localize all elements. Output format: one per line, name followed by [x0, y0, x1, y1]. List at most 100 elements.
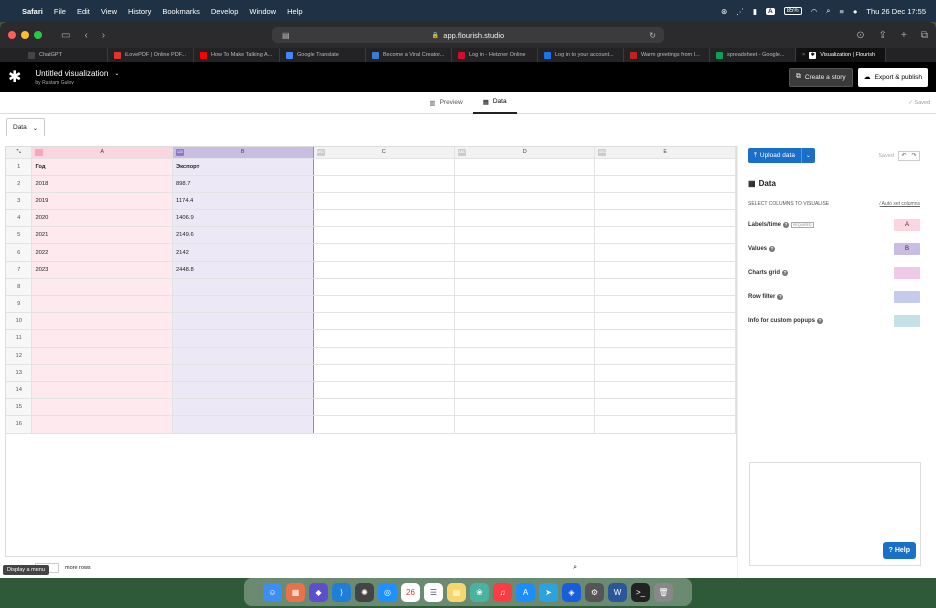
table-cell[interactable]: 2023: [31, 261, 173, 279]
telegram-icon[interactable]: ➤: [539, 582, 558, 602]
calendar-icon[interactable]: 26: [401, 582, 420, 602]
siri-icon[interactable]: ●: [853, 7, 858, 16]
vscode-icon[interactable]: ⟩: [332, 582, 351, 602]
browser-tab[interactable]: Warm greetings from I...: [624, 48, 710, 62]
browser-tab[interactable]: Log in to your account...: [538, 48, 624, 62]
table-cell[interactable]: [313, 364, 456, 382]
table-cell[interactable]: [454, 347, 596, 365]
menu-history[interactable]: History: [128, 7, 151, 16]
control-center-icon[interactable]: ≡: [839, 7, 843, 16]
table-cell[interactable]: [313, 329, 456, 348]
photos-icon[interactable]: ❀: [470, 582, 489, 602]
wifi-icon[interactable]: ◠: [811, 7, 818, 16]
safari-icon[interactable]: ◎: [378, 582, 397, 602]
terminal-icon[interactable]: >_: [631, 582, 650, 602]
table-cell[interactable]: [171, 312, 314, 331]
column-header-b[interactable]: 123 B: [171, 147, 314, 159]
sheet-tab-data[interactable]: Data ⌄: [6, 118, 46, 136]
minimize-window-button[interactable]: [21, 31, 29, 39]
help-icon[interactable]: ?: [783, 222, 790, 228]
tab-overview-icon[interactable]: ⧉: [921, 30, 928, 41]
table-cell[interactable]: [454, 175, 596, 193]
upload-options-button[interactable]: ⌄: [800, 148, 815, 163]
expand-grid-icon[interactable]: ⤡: [6, 147, 33, 159]
input-source-indicator[interactable]: A: [765, 7, 775, 15]
menu-help[interactable]: Help: [287, 7, 302, 16]
table-cell[interactable]: [594, 415, 736, 434]
url-text[interactable]: app.flourish.studio: [443, 31, 504, 40]
table-cell[interactable]: [313, 226, 456, 245]
table-cell[interactable]: 1406.9: [171, 209, 314, 228]
table-cell[interactable]: [594, 398, 736, 417]
table-cell[interactable]: [594, 243, 736, 262]
table-cell[interactable]: [313, 278, 456, 297]
menu-app-name[interactable]: Safari: [22, 7, 43, 16]
table-cell[interactable]: [313, 261, 456, 279]
table-cell[interactable]: [454, 398, 596, 417]
column-header-d[interactable]: ABC D: [454, 147, 596, 159]
more-rows-label[interactable]: more rows: [65, 565, 91, 571]
table-cell[interactable]: [313, 158, 456, 176]
table-cell[interactable]: [594, 175, 736, 193]
tab-data[interactable]: ▦ Data: [472, 92, 517, 114]
table-cell[interactable]: [594, 192, 736, 211]
table-cell[interactable]: [31, 364, 173, 382]
table-cell[interactable]: [454, 261, 596, 279]
export-publish-button[interactable]: ☁ Export & publish: [857, 67, 928, 87]
reload-icon[interactable]: ↻: [649, 31, 656, 40]
table-cell[interactable]: [454, 209, 596, 228]
address-bar[interactable]: ▤ 🔒 app.flourish.studio ↻: [272, 27, 664, 43]
row-number[interactable]: 13: [6, 364, 33, 382]
chevron-down-icon[interactable]: ⌄: [33, 124, 38, 132]
table-cell[interactable]: [454, 243, 596, 262]
trash-icon[interactable]: 🗑: [654, 582, 673, 602]
chevron-down-icon[interactable]: ⌄: [114, 70, 119, 77]
reminders-icon[interactable]: ☰: [424, 582, 443, 602]
table-cell[interactable]: 2020: [31, 209, 173, 228]
close-window-button[interactable]: [8, 31, 16, 39]
table-cell[interactable]: [31, 312, 173, 331]
table-cell[interactable]: [31, 278, 173, 297]
table-cell[interactable]: [454, 312, 596, 331]
table-cell[interactable]: [594, 278, 736, 297]
table-cell[interactable]: [454, 364, 596, 382]
table-cell[interactable]: [594, 261, 736, 279]
table-cell[interactable]: 1174.4: [171, 192, 314, 211]
launchpad-icon[interactable]: ▦: [286, 582, 305, 602]
table-cell[interactable]: [594, 364, 736, 382]
row-number[interactable]: 16: [6, 415, 33, 434]
new-tab-icon[interactable]: +: [901, 30, 907, 41]
table-cell[interactable]: Год: [31, 158, 173, 176]
table-cell[interactable]: [454, 381, 596, 400]
column-type-icon[interactable]: ABC: [598, 149, 607, 156]
table-cell[interactable]: [31, 347, 173, 365]
table-cell[interactable]: [454, 158, 596, 176]
row-number[interactable]: 8: [6, 278, 33, 297]
row-number[interactable]: 7: [6, 261, 33, 279]
help-icon[interactable]: ?: [782, 270, 789, 276]
table-cell[interactable]: [313, 398, 456, 417]
browser-tab[interactable]: Log in - Hetzner Online: [452, 48, 538, 62]
redo-icon[interactable]: ↷: [911, 152, 916, 159]
table-cell[interactable]: [594, 329, 736, 348]
share-icon[interactable]: ⇪: [879, 30, 887, 41]
table-cell[interactable]: [171, 329, 314, 348]
auto-set-columns-link[interactable]: ⁄ Auto set columns: [880, 201, 920, 207]
tab-preview[interactable]: ▥ Preview: [419, 92, 472, 114]
app-store-icon[interactable]: A: [516, 582, 535, 602]
search-icon[interactable]: ⌕: [573, 564, 577, 572]
downloads-icon[interactable]: ⊙: [856, 30, 864, 41]
table-cell[interactable]: 2149.6: [171, 226, 314, 245]
table-cell[interactable]: [171, 278, 314, 297]
table-cell[interactable]: 898.7: [171, 175, 314, 193]
table-cell[interactable]: [31, 329, 173, 348]
table-cell[interactable]: [594, 295, 736, 314]
table-cell[interactable]: [313, 295, 456, 314]
row-number[interactable]: 14: [6, 381, 33, 400]
browser-tab[interactable]: Become a Viral Creator...: [366, 48, 452, 62]
upload-data-button[interactable]: ⤒ Upload data: [748, 148, 801, 163]
chatgpt-icon[interactable]: ✺: [355, 582, 374, 602]
column-type-icon[interactable]: [35, 149, 44, 156]
column-header-a[interactable]: A: [31, 147, 173, 159]
visualization-title[interactable]: Untitled visualization ⌄: [35, 69, 119, 78]
